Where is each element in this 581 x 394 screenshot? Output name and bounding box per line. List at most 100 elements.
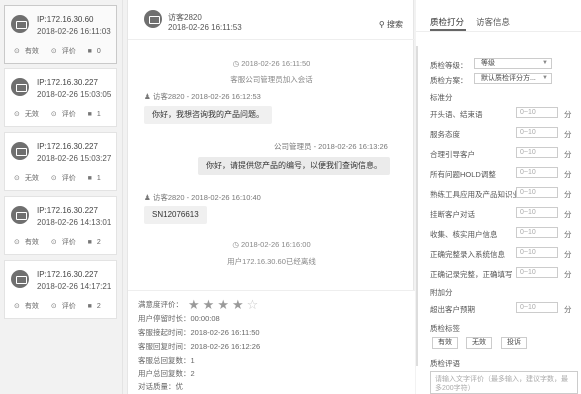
standard-section-title: 标准分 <box>430 93 453 102</box>
score-item-label: 收集、核实用户信息 <box>430 230 498 239</box>
comment-input[interactable]: 请输入文字评价（最多输入，建议字数，最多200字符） <box>430 371 578 394</box>
user-icon: ♟ <box>144 92 151 101</box>
session-card[interactable]: IP:172.16.30.60 2018-02-26 16:11:03 ⊙ 有效 … <box>4 5 117 64</box>
message-bubble: 你好，请提供您产品的编号，以便我们查询信息。 <box>198 157 390 175</box>
score-input[interactable]: 0~10 <box>516 247 558 258</box>
clock-icon: ◷ <box>232 240 239 249</box>
message-icon: ■ <box>87 111 92 118</box>
score-unit: 分 <box>564 130 572 139</box>
session-ip: IP:172.16.30.227 <box>37 270 98 279</box>
session-rate: 评价 <box>61 239 76 246</box>
score-unit: 分 <box>564 230 572 239</box>
dialog-quality: 对话质量：优 <box>138 382 183 391</box>
message-meta-text: 访客2820 - 2018-02-26 16:12:53 <box>152 92 261 101</box>
session-ip: IP:172.16.30.227 <box>37 78 98 87</box>
tag-section-title: 质检标签 <box>430 324 460 333</box>
score-input[interactable]: 0~10 <box>516 127 558 138</box>
scrollbar[interactable] <box>416 46 418 366</box>
session-card[interactable]: IP:172.16.30.227 2018-02-26 15:03:05 ⊙ 无效… <box>4 68 117 127</box>
message-icon: ■ <box>87 239 92 246</box>
evaluation-panel: 质检打分 访客信息 质检等级： 等级 ▼ 质检方案： 默认质检评分方... ▼ 标准… <box>416 0 581 394</box>
score-input[interactable]: 0~10 <box>516 267 558 278</box>
level-select[interactable]: 等级 ▼ <box>474 58 552 69</box>
score-input[interactable]: 0~10 <box>516 167 558 178</box>
valid-icon: ⊙ <box>14 111 20 118</box>
search-label: 搜索 <box>387 20 403 29</box>
monitor-avatar-icon <box>11 142 29 160</box>
level-value: 等级 <box>481 60 495 67</box>
rate-icon: ⊙ <box>50 111 57 118</box>
tag-invalid[interactable]: 无效 <box>466 337 492 349</box>
session-stats: ⊙ 无效 ⊙ 评价 ■ 1 <box>14 109 111 119</box>
score-input[interactable]: 0~10 <box>516 207 558 218</box>
score-unit: 分 <box>564 110 572 119</box>
score-input[interactable]: 0~10 <box>516 107 558 118</box>
bonus-input[interactable]: 0~10 <box>516 302 558 313</box>
monitor-avatar-icon <box>11 206 29 224</box>
search-icon: ⚲ <box>378 20 385 29</box>
score-input[interactable]: 0~10 <box>516 187 558 198</box>
rating-label: 满意度评价： <box>138 300 183 309</box>
star-icon: ☆ <box>246 297 259 312</box>
score-input[interactable]: 0~10 <box>516 227 558 238</box>
session-stats: ⊙ 无效 ⊙ 评价 ■ 1 <box>14 173 111 183</box>
score-item-label: 合理引导客户 <box>430 150 475 159</box>
score-item-label: 正确记录完整，正确填写 <box>430 270 513 279</box>
monitor-avatar-icon <box>11 15 29 33</box>
session-time: 2018-02-26 14:17:21 <box>37 282 112 291</box>
visitor-name: 访客2820 <box>168 13 202 22</box>
user-icon: ♟ <box>144 193 151 202</box>
message-bubble: 你好，我想咨询我的产品问题。 <box>144 106 272 124</box>
system-time: ◷ 2018-02-26 16:16:00 <box>128 240 415 249</box>
score-unit: 分 <box>564 150 572 159</box>
session-count: 2 <box>96 303 101 310</box>
session-valid: 无效 <box>24 111 39 118</box>
message-meta: 公司管理员 - 2018-02-26 16:13:26 <box>274 142 388 151</box>
session-ip: IP:172.16.30.227 <box>37 142 98 151</box>
session-card[interactable]: IP:172.16.30.227 2018-02-26 14:13:01 ⊙ 有效… <box>4 196 117 255</box>
bonus-section-title: 附加分 <box>430 288 453 297</box>
score-unit: 分 <box>564 190 572 199</box>
tag-complaint[interactable]: 投诉 <box>501 337 527 349</box>
tab-visitor-info[interactable]: 访客信息 <box>476 16 510 28</box>
session-valid: 无效 <box>24 175 39 182</box>
score-input[interactable]: 0~10 <box>516 147 558 158</box>
rate-icon: ⊙ <box>50 175 57 182</box>
session-count: 1 <box>96 175 101 182</box>
score-item-label: 正确完整录入系统信息 <box>430 250 505 259</box>
session-card[interactable]: IP:172.16.30.227 2018-02-26 15:03:27 ⊙ 无效… <box>4 132 117 191</box>
agent-reply-count: 客服总回复数：1 <box>138 356 195 365</box>
search-button[interactable]: ⚲ 搜索 <box>379 19 403 30</box>
session-valid: 有效 <box>24 303 39 310</box>
session-rate: 评价 <box>61 48 76 55</box>
session-time: 2018-02-26 14:13:01 <box>37 218 112 227</box>
chat-panel: 访客2820 2018-02-26 16:11:53 ⚲ 搜索 ◷ 2018-0… <box>127 0 415 394</box>
system-time: ◷ 2018-02-26 16:11:50 <box>128 59 415 68</box>
rating-stars: ★ ★ ★ ★ ☆ <box>188 298 261 311</box>
monitor-avatar-icon <box>11 78 29 96</box>
plan-select[interactable]: 默认质检评分方... ▼ <box>474 73 552 84</box>
session-time: 2018-02-26 16:11:03 <box>37 27 111 36</box>
session-count: 2 <box>96 239 101 246</box>
monitor-avatar-icon <box>11 270 29 288</box>
bonus-item-label: 超出客户预期 <box>430 305 475 314</box>
message-icon: ■ <box>87 175 92 182</box>
star-icon: ★ <box>217 297 229 312</box>
session-count: 0 <box>96 48 101 55</box>
session-stats: ⊙ 有效 ⊙ 评价 ■ 2 <box>14 301 111 311</box>
session-time: 2018-02-26 15:03:27 <box>37 154 112 163</box>
tag-valid[interactable]: 有效 <box>432 337 458 349</box>
tab-divider <box>416 31 581 32</box>
score-unit: 分 <box>564 170 572 179</box>
message-meta: ♟ 访客2820 - 2018-02-26 16:12:53 <box>144 91 261 102</box>
score-unit: 分 <box>564 270 572 279</box>
valid-icon: ⊙ <box>14 48 20 55</box>
star-icon: ★ <box>188 297 200 312</box>
session-time: 2018-02-26 15:03:05 <box>37 90 112 99</box>
session-card[interactable]: IP:172.16.30.227 2018-02-26 14:17:21 ⊙ 有效… <box>4 260 117 319</box>
message-icon: ■ <box>87 48 92 55</box>
score-item-label: 所有问题HOLD调整 <box>430 170 496 179</box>
tab-quality-score[interactable]: 质检打分 <box>430 16 464 28</box>
system-message: 客服公司管理员加入会话 <box>230 75 313 84</box>
system-time-text: 2018-02-26 16:16:00 <box>240 240 311 249</box>
